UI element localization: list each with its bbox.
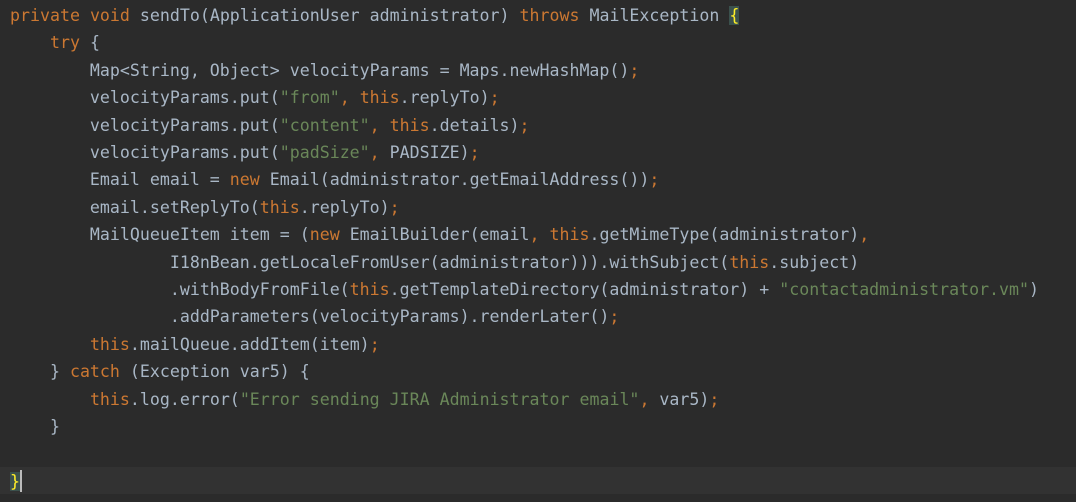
code-line[interactable]: Email email = new Email(administrator.ge… — [10, 166, 1076, 193]
code-token: .details) — [429, 115, 520, 135]
code-token: new — [309, 225, 350, 245]
code-token: try — [49, 33, 90, 53]
code-token: ; — [519, 115, 530, 135]
code-token: ; — [369, 334, 380, 354]
code-token: Email(administrator.getEmailAddress()) — [269, 170, 650, 190]
code-token: .getMimeType(administrator) — [589, 225, 860, 245]
code-token: EmailBuilder(email — [349, 225, 530, 245]
code-token: ; — [609, 307, 620, 327]
code-token: .subject) — [769, 252, 860, 272]
code-token: "padSize" — [279, 143, 370, 162]
code-token: "Error sending JIRA Administrator email" — [239, 389, 640, 409]
code-token: } — [10, 417, 60, 436]
code-token: } — [10, 471, 20, 491]
code-line[interactable] — [10, 440, 1076, 467]
code-token: , — [639, 389, 660, 409]
code-token: this — [549, 225, 590, 245]
code-token: new — [229, 170, 270, 190]
code-token: this — [349, 280, 390, 299]
code-line[interactable]: .addParameters(velocityParams).renderLat… — [10, 303, 1076, 330]
code-line[interactable]: } — [10, 413, 1076, 440]
code-token: { — [729, 6, 740, 25]
code-token: .addParameters(velocityParams).renderLat… — [10, 307, 610, 327]
code-token: ; — [489, 88, 500, 108]
code-token: MailException — [589, 6, 730, 25]
code-line[interactable]: private void sendTo(ApplicationUser admi… — [10, 2, 1076, 29]
code-token: ; — [629, 60, 640, 80]
code-token: this — [89, 389, 130, 409]
code-token: .replyTo) — [399, 88, 490, 108]
code-line[interactable]: this.log.error("Error sending JIRA Admin… — [10, 386, 1076, 413]
code-line[interactable]: Map<String, Object> velocityParams = Map… — [10, 57, 1076, 84]
code-token: this — [389, 115, 430, 135]
code-token: sendTo(ApplicationUser administrator) — [139, 6, 520, 25]
code-token: this — [359, 88, 400, 108]
code-token: void — [89, 6, 140, 25]
code-line[interactable]: velocityParams.put("from", this.replyTo)… — [10, 84, 1076, 111]
code-line[interactable]: .withBodyFromFile(this.getTemplateDirect… — [10, 276, 1076, 303]
code-line[interactable]: try { — [10, 29, 1076, 56]
code-line[interactable]: this.mailQueue.addItem(item); — [10, 331, 1076, 358]
code-token: Map<String, Object> velocityParams = Map… — [10, 60, 630, 80]
code-token: velocityParams.put( — [10, 88, 280, 108]
code-token: velocityParams.put( — [10, 143, 280, 162]
code-token: "content" — [279, 115, 370, 135]
code-token: MailQueueItem item = ( — [10, 225, 310, 245]
code-token: , — [369, 115, 390, 135]
code-token: throws — [519, 6, 590, 25]
code-line[interactable]: email.setReplyTo(this.replyTo); — [10, 194, 1076, 221]
code-token: this — [729, 252, 770, 272]
code-token: ; — [649, 170, 660, 190]
code-token: velocityParams.put( — [10, 115, 280, 135]
code-line[interactable]: I18nBean.getLocaleFromUser(administrator… — [10, 249, 1076, 276]
code-token: , — [529, 225, 550, 245]
code-token: ; — [469, 143, 480, 162]
code-token: .mailQueue.addItem(item) — [129, 334, 370, 354]
code-line[interactable]: velocityParams.put("content", this.detai… — [10, 112, 1076, 139]
code-token: .getTemplateDirectory(administrator) + — [389, 280, 780, 299]
code-token: { — [89, 33, 100, 53]
code-token: ; — [389, 197, 400, 217]
code-token: "contactadministrator.vm" — [779, 280, 1030, 299]
text-caret — [20, 470, 22, 492]
code-token: } — [10, 362, 70, 382]
code-token: catch — [69, 362, 130, 382]
code-line[interactable]: } catch (Exception var5) { — [10, 358, 1076, 385]
code-token: private — [10, 6, 90, 25]
code-token: .withBodyFromFile( — [10, 280, 350, 299]
code-token: , — [369, 143, 390, 162]
code-token: Email email = — [10, 170, 230, 190]
code-editor[interactable]: private void sendTo(ApplicationUser admi… — [0, 0, 1076, 502]
code-token: .log.error( — [129, 389, 240, 409]
code-token: ) — [1029, 280, 1040, 299]
code-token: email.setReplyTo( — [10, 197, 260, 217]
code-line[interactable]: } — [10, 468, 1076, 495]
code-line[interactable]: velocityParams.put("padSize", PADSIZE); — [10, 139, 1076, 166]
code-token: (Exception var5) { — [129, 362, 310, 382]
code-token: PADSIZE) — [389, 143, 470, 162]
code-token: ; — [709, 389, 720, 409]
code-token: .replyTo) — [299, 197, 390, 217]
code-token: "from" — [279, 88, 340, 108]
code-token: var5) — [659, 389, 710, 409]
code-token: I18nBean.getLocaleFromUser(administrator… — [10, 252, 730, 272]
code-token: , — [339, 88, 360, 108]
code-token: this — [259, 197, 300, 217]
code-line[interactable]: MailQueueItem item = (new EmailBuilder(e… — [10, 221, 1076, 248]
code-token: this — [89, 334, 130, 354]
code-token: , — [859, 225, 870, 245]
